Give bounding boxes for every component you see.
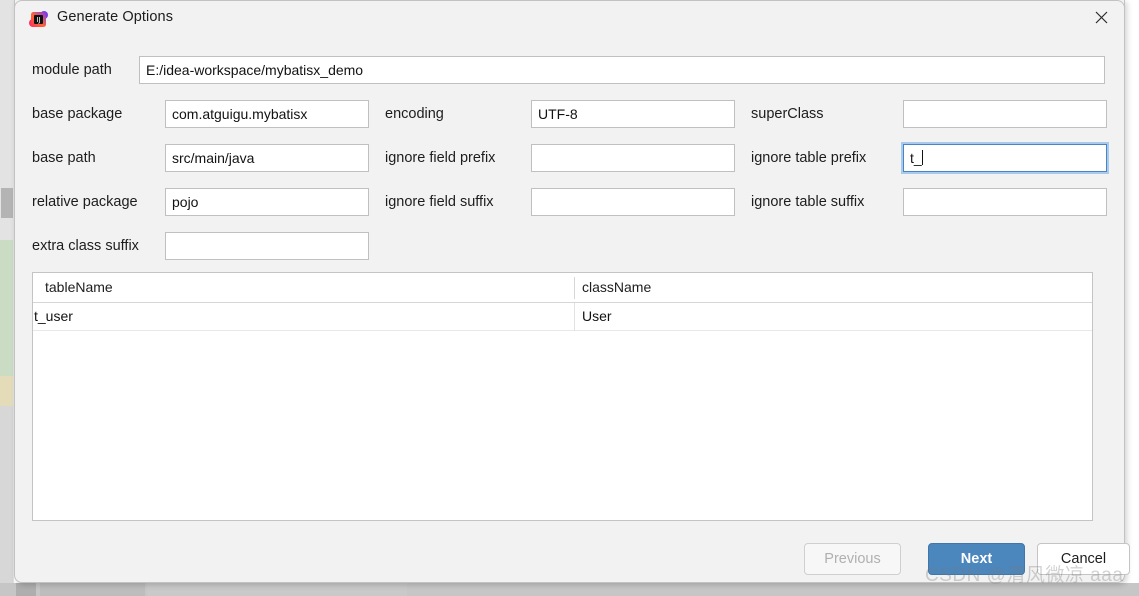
module-path-label: module path — [32, 62, 112, 78]
cell-tablename: t_user — [34, 308, 73, 324]
relative-package-label: relative package — [32, 194, 138, 210]
base-package-label: base package — [32, 106, 123, 122]
relative-package-input[interactable]: pojo — [165, 188, 369, 216]
encoding-input[interactable]: UTF-8 — [531, 100, 735, 128]
row-column-divider — [574, 303, 575, 331]
generate-options-dialog: IJ Generate Options module path E:/idea-… — [14, 0, 1130, 583]
background-marker-grey — [0, 406, 13, 583]
column-header-classname[interactable]: className — [582, 279, 651, 295]
taskbar-segment — [147, 583, 407, 596]
ignore-field-suffix-input[interactable] — [531, 188, 735, 216]
table-row[interactable]: t_user User — [33, 303, 1092, 331]
close-icon[interactable] — [1078, 0, 1124, 34]
svg-text:IJ: IJ — [36, 16, 40, 24]
ignore-field-suffix-label: ignore field suffix — [385, 194, 494, 210]
module-path-input[interactable]: E:/idea-workspace/mybatisx_demo — [139, 56, 1105, 84]
background-marker-tan — [0, 376, 13, 406]
ignore-table-prefix-value: t_ — [910, 150, 922, 166]
cancel-button[interactable]: Cancel — [1037, 543, 1130, 575]
encoding-label: encoding — [385, 106, 444, 122]
ignore-field-prefix-input[interactable] — [531, 144, 735, 172]
ignore-field-prefix-label: ignore field prefix — [385, 150, 496, 166]
dialog-title: Generate Options — [57, 9, 174, 25]
extra-class-suffix-input[interactable] — [165, 232, 369, 260]
background-scrollbar-thumb[interactable] — [1, 188, 13, 218]
dialog-titlebar: IJ Generate Options — [15, 0, 1124, 40]
ignore-table-prefix-label: ignore table prefix — [751, 150, 867, 166]
table-header: tableName className — [33, 273, 1092, 303]
tables-panel: tableName className t_user User — [32, 272, 1093, 521]
taskbar-segment — [16, 583, 36, 596]
base-path-label: base path — [32, 150, 96, 166]
superclass-input[interactable] — [903, 100, 1107, 128]
intellij-idea-icon: IJ — [29, 10, 48, 29]
taskbar-segment — [40, 583, 145, 596]
extra-class-suffix-label: extra class suffix — [32, 238, 139, 254]
text-cursor — [921, 150, 923, 165]
superclass-label: superClass — [751, 106, 824, 122]
base-path-input[interactable]: src/main/java — [165, 144, 369, 172]
background-marker-green — [0, 240, 13, 376]
cell-classname[interactable]: User — [582, 308, 612, 324]
ignore-table-suffix-label: ignore table suffix — [751, 194, 865, 210]
ignore-table-prefix-input[interactable]: t_ — [903, 144, 1107, 172]
next-button[interactable]: Next — [928, 543, 1025, 575]
previous-button[interactable]: Previous — [804, 543, 901, 575]
column-divider[interactable] — [574, 277, 575, 299]
ignore-table-suffix-input[interactable] — [903, 188, 1107, 216]
column-header-tablename[interactable]: tableName — [45, 279, 113, 295]
base-package-input[interactable]: com.atguigu.mybatisx — [165, 100, 369, 128]
